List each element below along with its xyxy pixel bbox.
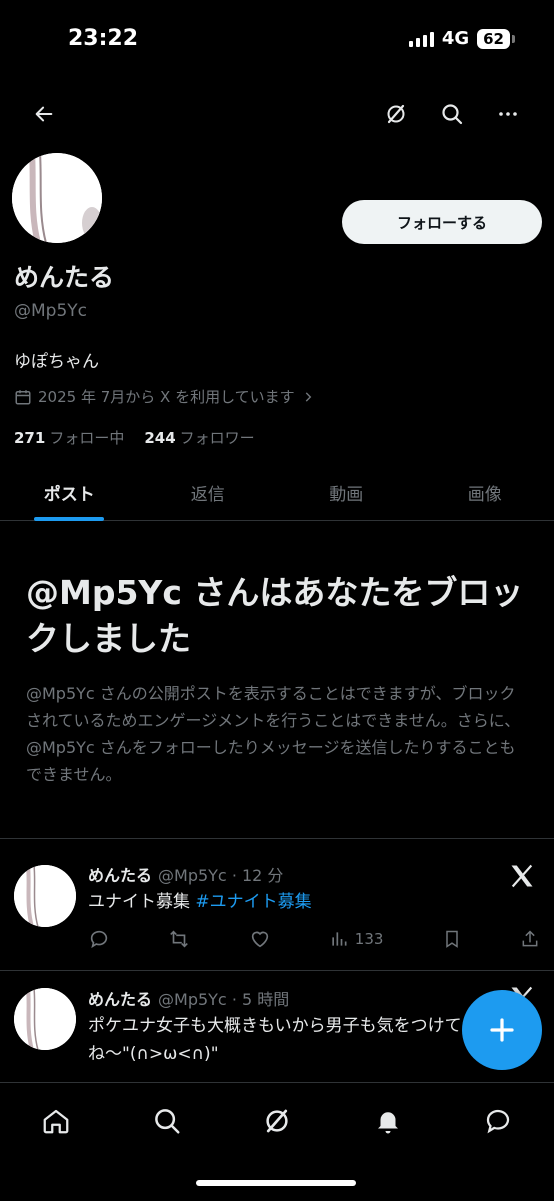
post-avatar[interactable] [14, 988, 76, 1050]
grok-nav-icon[interactable] [255, 1099, 299, 1143]
post-header: めんたる @Mp5Yc · 5 時間 [88, 986, 289, 1010]
post-meta: @Mp5Yc · 12 分 [158, 866, 283, 885]
following-label: フォロー中 [49, 429, 124, 447]
calendar-icon [14, 388, 32, 406]
post-actions: 133 [88, 928, 540, 950]
post-body: ユナイト募集 [88, 892, 195, 912]
divider [0, 838, 554, 839]
tab-posts[interactable]: ポスト [0, 466, 139, 520]
repost-icon[interactable] [168, 928, 190, 950]
follow-button[interactable]: フォローする [342, 200, 542, 244]
post-header: めんたる @Mp5Yc · 12 分 [88, 862, 283, 886]
profile-avatar[interactable] [12, 153, 102, 243]
post-text: ユナイト募集 #ユナイト募集 [88, 888, 488, 916]
status-time: 23:22 [68, 26, 138, 51]
following-count: 271 [14, 429, 45, 447]
profile-tabs: ポスト 返信 動画 画像 [0, 466, 554, 521]
plus-icon [487, 1015, 517, 1045]
divider [0, 970, 554, 971]
grok-icon[interactable] [378, 96, 414, 132]
home-indicator [196, 1180, 356, 1186]
reply-icon[interactable] [88, 928, 110, 950]
hashtag-link[interactable]: #ユナイト募集 [195, 892, 311, 912]
post-author: めんたる [88, 990, 152, 1009]
post-meta: @Mp5Yc · 5 時間 [158, 990, 289, 1009]
views-count: 133 [355, 930, 384, 948]
battery-icon: 62 [477, 29, 510, 49]
share-icon[interactable] [520, 929, 540, 949]
tab-images[interactable]: 画像 [416, 466, 554, 520]
post-text: ポケユナ女子も大概きもいから男子も気をつけてね〜"(∩>ω<∩)" [88, 1012, 488, 1068]
follow-counts: 271フォロー中 244 フォロワー [14, 427, 255, 448]
status-indicators: 4G 62 [409, 28, 510, 49]
following-link[interactable]: 271フォロー中 [14, 427, 124, 448]
display-name: めんたる [14, 258, 114, 294]
back-arrow-icon[interactable] [26, 96, 62, 132]
followers-count: 244 [144, 429, 175, 447]
views-icon [329, 929, 349, 949]
followers-link[interactable]: 244 フォロワー [144, 427, 254, 448]
blocked-title: @Mp5Yc さんはあなたをブロックしました [26, 570, 526, 662]
views-stat[interactable]: 133 [329, 929, 384, 949]
home-icon[interactable] [34, 1099, 78, 1143]
handle: @Mp5Yc [14, 301, 87, 321]
post-author: めんたる [88, 866, 152, 885]
post-avatar[interactable] [14, 865, 76, 927]
tab-replies[interactable]: 返信 [139, 466, 278, 520]
notifications-icon[interactable] [366, 1099, 410, 1143]
joined-label: 2025 年 7月から X を利用しています [38, 386, 295, 407]
messages-icon[interactable] [476, 1099, 520, 1143]
network-label: 4G [442, 28, 469, 49]
blocked-body: @Mp5Yc さんの公開ポストを表示することはできますが、ブロックされているため… [26, 680, 526, 788]
search-icon[interactable] [434, 96, 470, 132]
joined-date[interactable]: 2025 年 7月から X を利用しています [14, 386, 315, 407]
bio: ゆぽちゃん [14, 347, 99, 372]
search-nav-icon[interactable] [145, 1099, 189, 1143]
like-icon[interactable] [249, 928, 271, 950]
compose-button[interactable] [462, 990, 542, 1070]
followers-label: フォロワー [180, 429, 255, 447]
x-logo-icon [508, 862, 536, 890]
more-icon[interactable] [490, 96, 526, 132]
tab-videos[interactable]: 動画 [277, 466, 416, 520]
signal-icon [409, 31, 434, 47]
chevron-right-icon [301, 390, 315, 404]
bookmark-icon[interactable] [442, 929, 462, 949]
